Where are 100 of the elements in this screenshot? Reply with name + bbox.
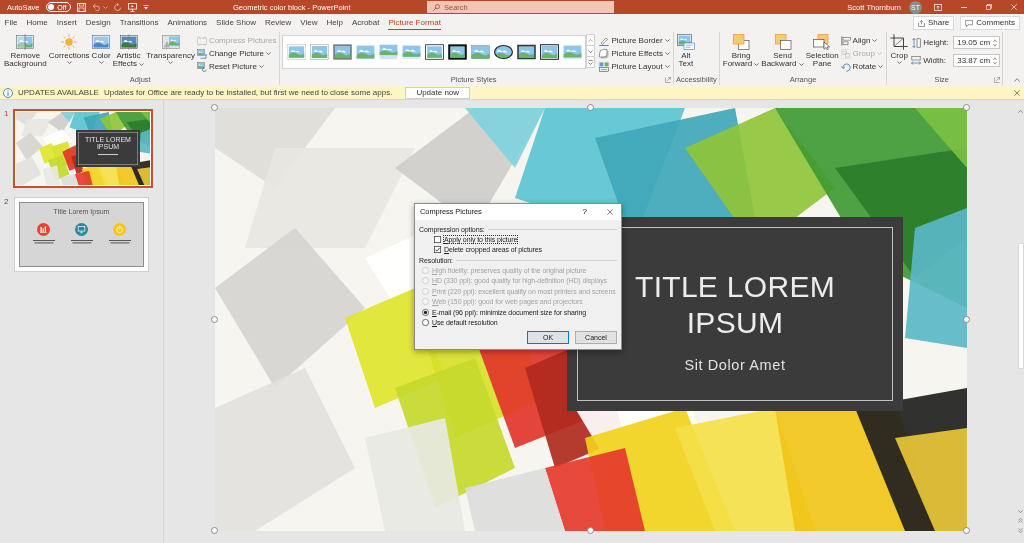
next-slide-icon[interactable] (1018, 528, 1023, 533)
ribbon-small-button[interactable]: Reset Picture (195, 60, 278, 73)
previous-slide-icon[interactable] (1018, 518, 1023, 523)
reset-picture-icon (196, 61, 207, 72)
field-label: Width: (923, 55, 947, 66)
ribbon-button[interactable]: Corrections (47, 32, 91, 75)
close-icon[interactable] (607, 209, 613, 215)
squares-with-pointer-icon (813, 34, 832, 50)
dialog-launcher-icon[interactable] (994, 77, 1001, 83)
ribbon-button[interactable]: Artistic Effects (111, 32, 146, 75)
scroll-up-icon[interactable] (1018, 110, 1023, 113)
height-icon (911, 37, 922, 48)
menu-tab[interactable]: Transitions (119, 19, 159, 30)
customize-icon[interactable] (142, 4, 149, 10)
collapse-ribbon-icon[interactable] (1014, 78, 1020, 82)
field-label: Height: (923, 37, 950, 48)
scrollbar-thumb[interactable] (1017, 243, 1024, 369)
picture-style-icon[interactable] (516, 43, 538, 61)
menu-tab[interactable]: Slide Show (216, 19, 257, 30)
scroll-down-icon (588, 49, 594, 53)
size-field[interactable]: 19.05 cm (953, 36, 1001, 49)
ribbon-small-button[interactable]: Align (839, 34, 885, 47)
rounded-shape-icon (599, 48, 610, 59)
update-title: UPDATES AVAILABLE (18, 88, 99, 97)
resize-handle[interactable] (211, 315, 218, 323)
comments-button[interactable]: Comments (960, 16, 1020, 30)
minimize-icon[interactable] (961, 6, 967, 8)
menu-tab[interactable]: Help (326, 19, 343, 30)
resize-handle[interactable] (963, 104, 970, 111)
picture-style-icon[interactable] (424, 43, 446, 61)
resize-handle[interactable] (963, 315, 970, 323)
ribbon-button[interactable]: Send Backward (760, 32, 805, 75)
ribbon-button[interactable]: Alt Text (675, 32, 696, 75)
close-icon[interactable] (1014, 89, 1020, 96)
menu-tab[interactable]: Review (265, 19, 292, 30)
ribbon-small-button[interactable]: Picture Border (598, 34, 671, 47)
checkbox[interactable] (434, 235, 441, 243)
scroll-up-icon (588, 38, 594, 42)
picture-icon (119, 34, 138, 50)
ribbon-button[interactable]: Remove Background (3, 32, 48, 75)
picture-icon (92, 34, 111, 50)
caret-icon (102, 5, 108, 9)
size-field[interactable]: 33.87 cm (953, 54, 1001, 67)
spinner-icon[interactable] (993, 56, 998, 65)
menu-tab[interactable]: Design (85, 19, 111, 30)
ribbon-display-icon[interactable] (934, 3, 942, 11)
picture-style-icon[interactable] (447, 43, 469, 61)
slide-number: 2 (3, 197, 10, 208)
slide-number: 1 (3, 109, 10, 120)
group-icon (840, 48, 851, 59)
faded-picture-icon (161, 34, 180, 50)
ribbon-button[interactable]: Selection Pane (804, 32, 840, 75)
ribbon-small-button[interactable]: Rotate (839, 60, 885, 73)
help-button[interactable]: ? (582, 208, 587, 216)
share-button[interactable]: Share (912, 16, 955, 30)
subtitle-line-drawing (98, 153, 118, 156)
gallery-more-button[interactable] (586, 56, 596, 68)
spinner-icon[interactable] (993, 38, 998, 47)
menu-tab[interactable]: Animations (167, 19, 208, 30)
share-icon (917, 19, 925, 27)
ribbon-small-button[interactable]: Picture Effects (598, 47, 671, 60)
undo-icon[interactable] (91, 3, 101, 11)
menu-tab[interactable]: Home (26, 19, 48, 30)
split-picture-icon (16, 34, 35, 50)
slideshow-icon[interactable] (127, 2, 137, 12)
compress-icon (196, 35, 207, 46)
crop-icon (890, 34, 909, 50)
picture-style-icon[interactable] (493, 43, 515, 61)
checkbox[interactable] (434, 246, 441, 254)
slide-subtitle: Sit Dolor Amet (684, 357, 786, 375)
caption-lines-drawing (32, 240, 55, 244)
caption-lines-drawing (70, 240, 93, 244)
scroll-down-icon[interactable] (1018, 510, 1023, 513)
ribbon-button[interactable]: Transparency (145, 32, 196, 75)
menu-tab[interactable]: Acrobat (351, 19, 380, 30)
radio-button[interactable] (422, 319, 429, 327)
radio-button[interactable] (422, 308, 429, 316)
ribbon-small-button[interactable]: Picture Layout (598, 60, 671, 73)
picture-style-icon[interactable] (539, 43, 561, 61)
resize-handle[interactable] (211, 527, 218, 534)
menu-tab[interactable]: File (4, 19, 18, 30)
redo-icon[interactable] (113, 2, 122, 12)
restore-icon[interactable] (986, 4, 992, 10)
layout-icon (599, 61, 610, 72)
resize-handle[interactable] (211, 104, 218, 111)
ribbon-button[interactable]: Color (90, 32, 112, 75)
resize-handle[interactable] (587, 527, 594, 534)
stacked-squares-icon (773, 34, 792, 50)
resize-handle[interactable] (963, 527, 970, 534)
ribbon-button[interactable]: Bring Forward (721, 32, 761, 75)
resize-handle[interactable] (587, 104, 594, 111)
menu-tab[interactable]: View (300, 19, 318, 30)
ribbon-small-button[interactable]: Change Picture (195, 47, 278, 60)
menu-tab[interactable]: Insert (56, 19, 77, 30)
search-icon (433, 3, 440, 11)
ribbon-button[interactable]: Crop (889, 32, 910, 75)
align-icon (840, 35, 851, 46)
update-now-button[interactable]: Update now (405, 86, 471, 99)
dialog-launcher-icon[interactable] (664, 77, 671, 83)
save-icon[interactable] (76, 2, 86, 12)
